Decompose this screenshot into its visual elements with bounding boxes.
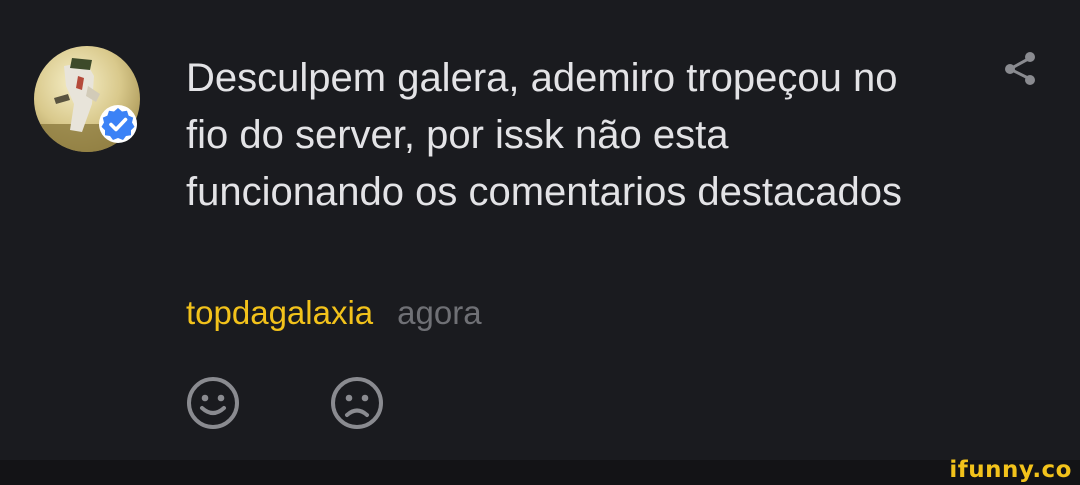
ifunny-watermark: ifunny.co — [949, 457, 1072, 483]
comment-text: Desculpem galera, ademiro tropeçou no fi… — [186, 56, 903, 214]
username-link[interactable]: topdagalaxia — [186, 294, 373, 332]
comment-card: Desculpem galera, ademiro tropeçou no fi… — [0, 0, 1080, 460]
verified-badge-icon — [99, 105, 137, 143]
frown-icon[interactable] — [329, 375, 385, 431]
share-icon[interactable] — [1000, 48, 1040, 88]
smile-icon[interactable] — [185, 375, 241, 431]
timestamp: agora — [397, 294, 482, 331]
footer-strip — [0, 460, 1080, 485]
comment-meta: topdagalaxia agora — [186, 294, 482, 340]
